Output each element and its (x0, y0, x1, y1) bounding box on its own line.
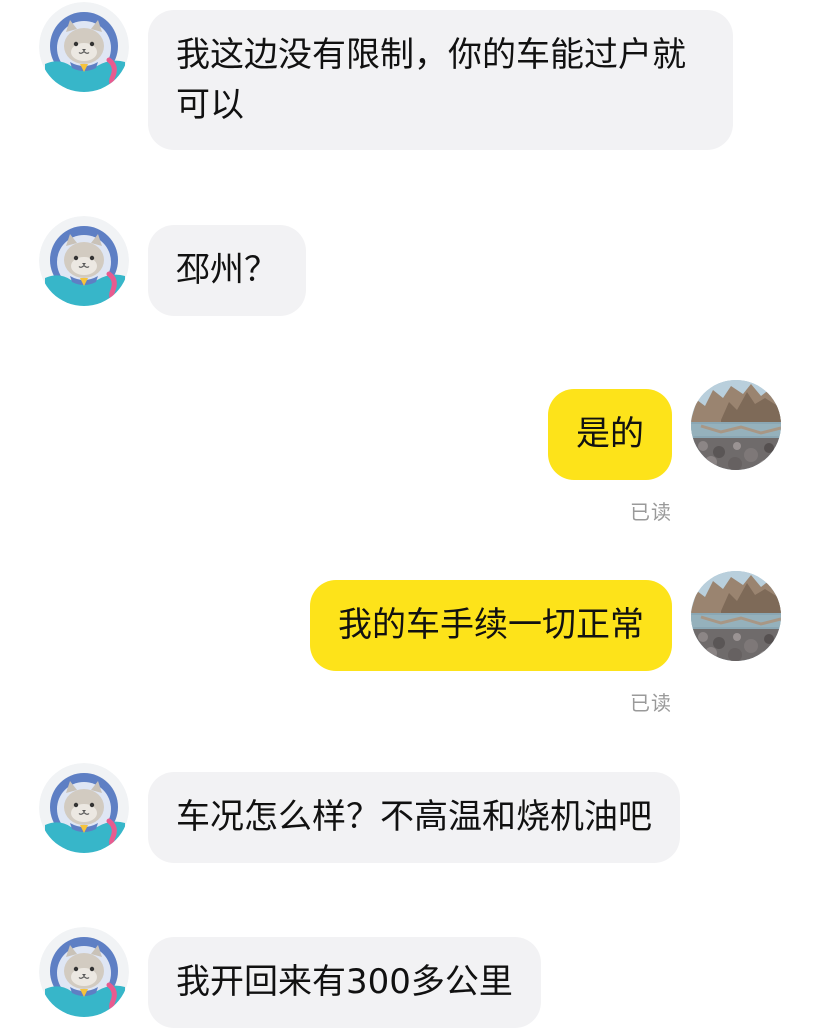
received-message-bubble[interactable]: 我这边没有限制，你的车能过户就可以 (148, 10, 733, 150)
contact-avatar[interactable] (39, 216, 129, 306)
self-avatar[interactable] (691, 380, 781, 470)
message-text: 我这边没有限制，你的车能过户就可以 (176, 35, 686, 125)
message-text: 车况怎么样？不高温和烧机油吧 (176, 797, 652, 837)
read-status: 已读 (630, 691, 672, 715)
cat-astronaut-icon (39, 763, 129, 853)
cat-astronaut-icon (39, 927, 129, 1017)
lake-landscape-icon (691, 571, 781, 661)
received-message-bubble[interactable]: 邳州？ (148, 225, 306, 316)
contact-avatar[interactable] (39, 927, 129, 1017)
received-message-bubble[interactable]: 车况怎么样？不高温和烧机油吧 (148, 772, 680, 863)
sent-message-bubble[interactable]: 是的 (548, 389, 672, 480)
sent-message-bubble[interactable]: 我的车手续一切正常 (310, 580, 672, 671)
self-avatar[interactable] (691, 571, 781, 661)
cat-astronaut-icon (39, 2, 129, 92)
chat-conversation: 我这边没有限制，你的车能过户就可以 邳州？ 是的 已读 我的车手续一切正常 已读… (0, 0, 820, 1030)
message-text: 是的 (576, 414, 644, 454)
contact-avatar[interactable] (39, 2, 129, 92)
contact-avatar[interactable] (39, 763, 129, 853)
lake-landscape-icon (691, 380, 781, 470)
message-text: 我的车手续一切正常 (338, 605, 644, 645)
cat-astronaut-icon (39, 216, 129, 306)
message-text: 我开回来有300多公里 (176, 962, 513, 1002)
received-message-bubble[interactable]: 我开回来有300多公里 (148, 937, 541, 1028)
read-status: 已读 (630, 500, 672, 524)
message-text: 邳州？ (176, 250, 278, 290)
